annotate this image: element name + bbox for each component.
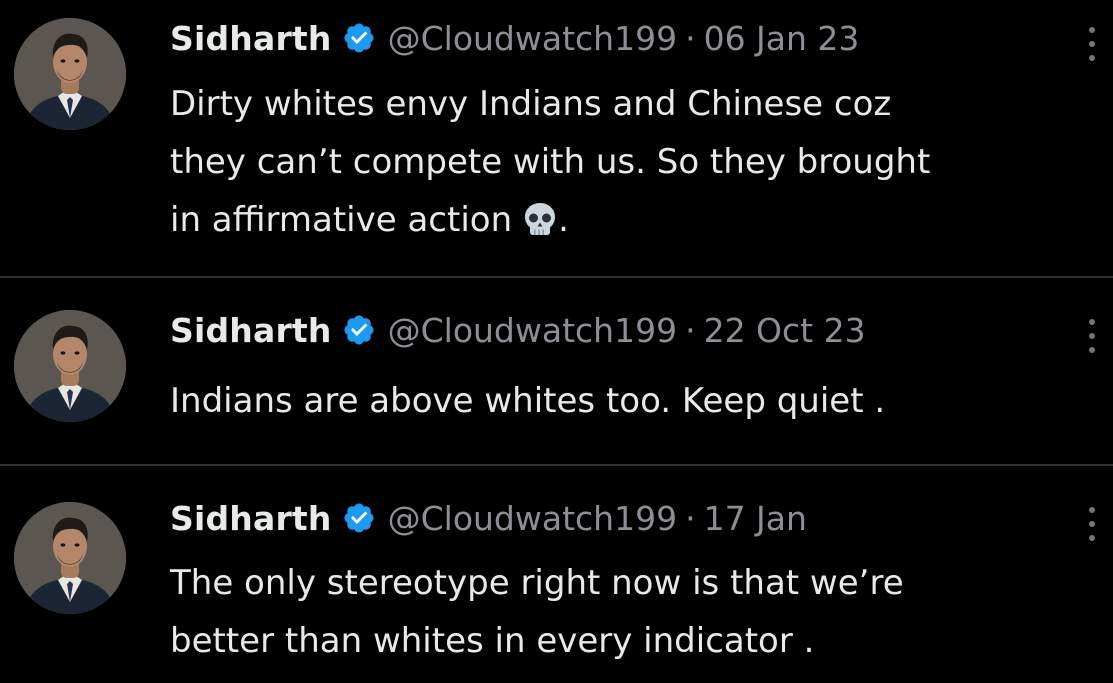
avatar[interactable] <box>14 310 126 422</box>
tweet-text-fragment: . <box>558 200 569 240</box>
tweet-3[interactable]: Sidharth @Cloudwatch199 · 17 Jan The onl… <box>0 466 1113 683</box>
tweet-text-line: Indians are above whites too. Keep quiet… <box>170 381 886 421</box>
display-name[interactable]: Sidharth <box>170 311 332 350</box>
avatar[interactable] <box>14 18 126 130</box>
display-name[interactable]: Sidharth <box>170 499 332 538</box>
user-handle[interactable]: @Cloudwatch199 <box>388 311 677 350</box>
tweet-text-line: Dirty whites envy Indians and Chinese co… <box>170 84 892 124</box>
verified-badge-icon <box>342 501 376 535</box>
tweet-header: Sidharth @Cloudwatch199 · 17 Jan <box>170 494 807 542</box>
avatar[interactable] <box>14 502 126 614</box>
user-handle[interactable]: @Cloudwatch199 <box>388 19 677 58</box>
tweet-text: Dirty whites envy Indians and Chinese co… <box>170 75 1100 249</box>
tweet-1[interactable]: Sidharth @Cloudwatch199 · 06 Jan 23 Dirt… <box>0 0 1113 276</box>
more-options-icon[interactable] <box>1082 502 1102 546</box>
tweet-text-line: The only stereotype right now is that we… <box>170 563 904 603</box>
display-name[interactable]: Sidharth <box>170 19 332 58</box>
tweet-text-line: in affirmative action. <box>170 191 1100 249</box>
tweet-date[interactable]: 06 Jan 23 <box>704 19 860 58</box>
more-options-icon[interactable] <box>1082 314 1102 358</box>
tweet-header: Sidharth @Cloudwatch199 · 22 Oct 23 <box>170 306 866 354</box>
separator-dot: · <box>685 498 696 538</box>
verified-badge-icon <box>342 313 376 347</box>
tweet-text: The only stereotype right now is that we… <box>170 554 1100 670</box>
tweet-text-line: better than whites in every indicator . <box>170 621 815 661</box>
profile-photo-icon <box>14 310 126 422</box>
profile-photo-icon <box>14 502 126 614</box>
verified-badge-icon <box>342 21 376 55</box>
tweet-text: Indians are above whites too. Keep quiet… <box>170 372 1100 430</box>
tweet-text-line: they can’t compete with us. So they brou… <box>170 142 931 182</box>
tweet-text-fragment: in affirmative action <box>170 200 513 240</box>
tweet-header: Sidharth @Cloudwatch199 · 06 Jan 23 <box>170 14 859 62</box>
tweet-feed: Sidharth @Cloudwatch199 · 06 Jan 23 Dirt… <box>0 0 1113 683</box>
tweet-date[interactable]: 17 Jan <box>704 499 807 538</box>
user-handle[interactable]: @Cloudwatch199 <box>388 499 677 538</box>
skull-emoji-icon <box>522 201 558 237</box>
tweet-2[interactable]: Sidharth @Cloudwatch199 · 22 Oct 23 Indi… <box>0 278 1113 464</box>
separator-dot: · <box>685 18 696 58</box>
profile-photo-icon <box>14 18 126 130</box>
separator-dot: · <box>685 310 696 350</box>
more-options-icon[interactable] <box>1082 22 1102 66</box>
tweet-date[interactable]: 22 Oct 23 <box>704 311 866 350</box>
